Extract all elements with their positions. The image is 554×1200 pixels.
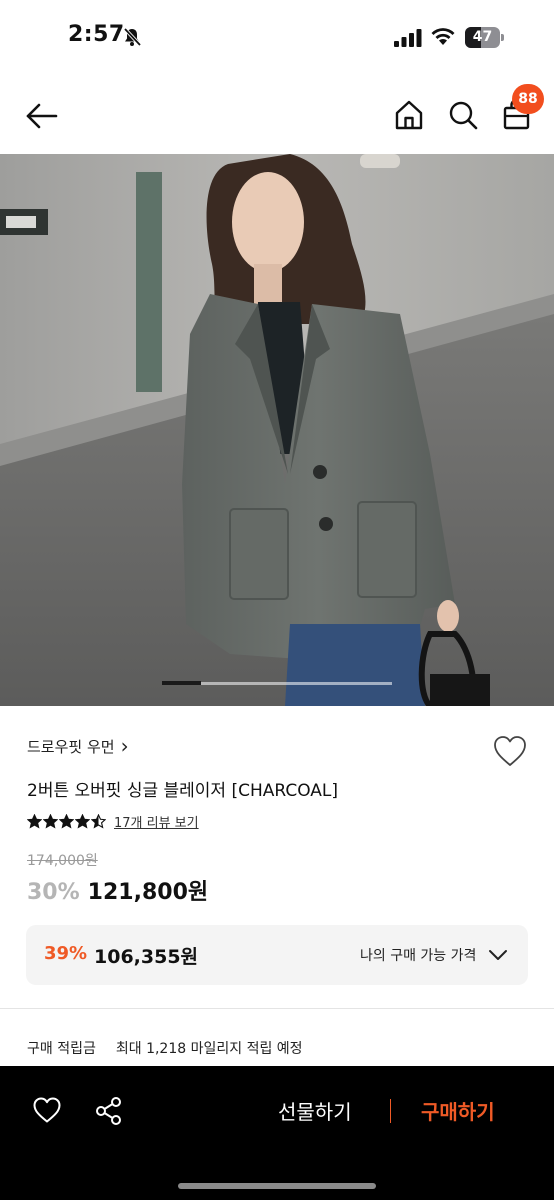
chevron-down-icon (489, 950, 507, 960)
member-price: 106,355원 (94, 946, 199, 968)
product-photo (0, 154, 554, 706)
points-value: 최대 1,218 마일리지 적립 예정 (115, 1041, 303, 1057)
wishlist-heart-icon[interactable] (492, 734, 528, 768)
battery-indicator: 47 (465, 27, 505, 48)
heart-icon[interactable] (32, 1096, 62, 1124)
points-row: 구매 적립금 최대 1,218 마일리지 적립 예정 (27, 1038, 303, 1058)
product-image[interactable] (0, 154, 554, 706)
brand-link[interactable]: 드로우핏 우먼 › (27, 736, 129, 757)
action-separator (390, 1099, 391, 1123)
rating-row: 17개 리뷰 보기 (27, 812, 199, 831)
search-icon[interactable] (446, 98, 480, 132)
discount-rate: 30% (27, 880, 80, 905)
cart-count-badge: 88 (512, 84, 544, 114)
status-time: 2:57 (68, 22, 125, 47)
buy-button[interactable]: 구매하기 (421, 1096, 495, 1125)
member-price-label: 나의 구매 가능 가격 (360, 948, 477, 964)
gift-button[interactable]: 선물하기 (278, 1096, 352, 1125)
star-icon (59, 814, 74, 829)
cellular-signal-icon (394, 29, 422, 47)
home-icon[interactable] (392, 98, 426, 132)
status-bar: 2:57 47 (0, 0, 554, 76)
bell-slash-icon (123, 27, 142, 47)
top-navigation (0, 84, 554, 148)
original-price: 174,000원 (27, 853, 98, 869)
member-price-dropdown[interactable]: 39% 106,355원 나의 구매 가능 가격 (26, 925, 528, 985)
product-name: 2버튼 오버핏 싱글 블레이저 [CHARCOAL] (27, 781, 339, 801)
review-link[interactable]: 17개 리뷰 보기 (114, 812, 199, 831)
star-icon (91, 814, 106, 829)
star-icon (27, 814, 42, 829)
points-label: 구매 적립금 (27, 1041, 96, 1057)
share-icon[interactable] (94, 1096, 124, 1126)
rating-stars (27, 814, 106, 829)
bottom-action-bar: 선물하기 구매하기 (0, 1066, 554, 1200)
battery-percent: 47 (472, 29, 493, 45)
home-indicator (178, 1183, 376, 1189)
brand-name: 드로우핏 우먼 (27, 738, 115, 756)
member-discount-rate: 39% (44, 943, 88, 964)
section-divider (0, 1008, 554, 1009)
star-icon (43, 814, 58, 829)
back-arrow-icon[interactable] (22, 98, 62, 134)
wifi-icon (431, 28, 455, 45)
price-row: 30% 121,800원 (27, 874, 208, 906)
sale-price: 121,800원 (87, 880, 209, 905)
gallery-pager-indicator (162, 681, 201, 685)
chevron-right-icon: › (120, 734, 129, 758)
star-icon (75, 814, 90, 829)
